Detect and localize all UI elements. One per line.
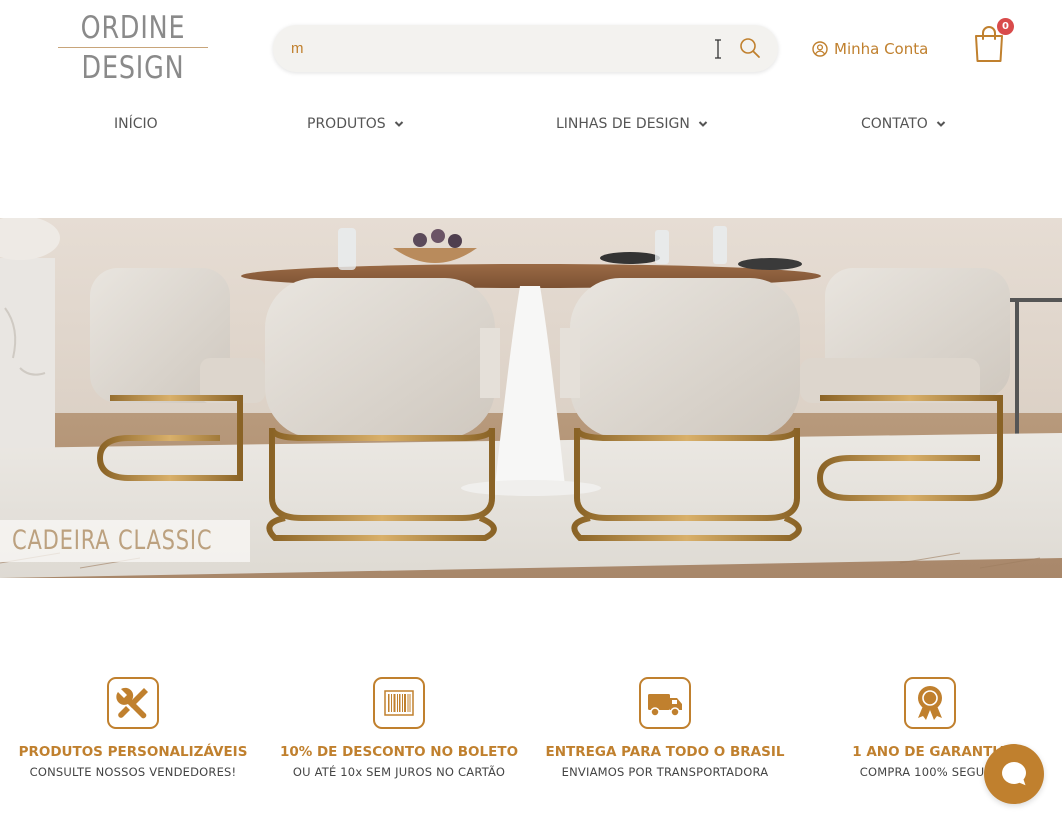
- my-account-link[interactable]: Minha Conta: [812, 38, 928, 60]
- cart-count-badge: 0: [997, 18, 1014, 35]
- feature-title: PRODUTOS PERSONALIZÁVEIS: [18, 744, 248, 760]
- search-input[interactable]: [291, 35, 711, 61]
- my-account-label: Minha Conta: [834, 40, 929, 58]
- truck-icon: [648, 694, 682, 717]
- nav-item-label: CONTATO: [861, 116, 928, 132]
- barcode-icon: [384, 690, 414, 716]
- chat-widget-button[interactable]: [984, 744, 1044, 804]
- feature-title: 10% DE DESCONTO NO BOLETO: [279, 744, 519, 760]
- feature-subtitle: ENVIAMOS POR TRANSPORTADORA: [561, 765, 769, 779]
- feature-title: ENTREGA PARA TODO O BRASIL: [545, 744, 785, 760]
- chevron-down-icon: [698, 121, 708, 127]
- feature-icon-box: [639, 677, 691, 729]
- nav-item-linhas-de-design[interactable]: LINHAS DE DESIGN: [556, 116, 708, 132]
- feature-icon-box: [107, 677, 159, 729]
- logo-divider: [58, 47, 208, 48]
- feature-subtitle: OU ATÉ 10x SEM JUROS NO CARTÃO: [292, 765, 506, 779]
- hero-banner[interactable]: CADEIRA CLASSIC: [0, 218, 1062, 578]
- nav-item-label: PRODUTOS: [307, 116, 386, 132]
- feature-delivery: ENTREGA PARA TODO O BRASIL ENVIAMOS POR …: [535, 677, 795, 779]
- chevron-down-icon: [394, 121, 403, 127]
- nav-item-produtos[interactable]: PRODUTOS: [307, 116, 404, 132]
- hero-caption: CADEIRA CLASSIC: [0, 520, 250, 562]
- tools-icon: [116, 687, 148, 719]
- award-icon: [918, 686, 942, 720]
- main-navigation: INÍCIO PRODUTOS LINHAS DE DESIGN CONTATO: [0, 116, 1062, 138]
- feature-icon-box: [904, 677, 956, 729]
- chevron-down-icon: [936, 121, 946, 127]
- text-cursor-icon: [715, 39, 721, 59]
- nav-item-inicio[interactable]: INÍCIO: [114, 116, 158, 132]
- chat-bubble-icon: [1002, 762, 1026, 786]
- site-logo[interactable]: ORDINE DESIGN: [58, 12, 208, 86]
- feature-customizable: PRODUTOS PERSONALIZÁVEIS CONSULTE NOSSOS…: [3, 677, 263, 779]
- logo-line-1: ORDINE: [80, 10, 186, 46]
- feature-icon-box: [373, 677, 425, 729]
- search-icon[interactable]: [739, 37, 761, 59]
- nav-item-contato[interactable]: CONTATO: [861, 116, 946, 132]
- feature-discount: 10% DE DESCONTO NO BOLETO OU ATÉ 10x SEM…: [269, 677, 529, 779]
- nav-item-label: LINHAS DE DESIGN: [556, 116, 690, 132]
- logo-line-2: DESIGN: [81, 50, 185, 86]
- feature-subtitle: CONSULTE NOSSOS VENDEDORES!: [29, 765, 237, 779]
- search-bar[interactable]: [273, 25, 778, 72]
- user-circle-icon: [812, 41, 828, 57]
- nav-item-label: INÍCIO: [114, 116, 158, 132]
